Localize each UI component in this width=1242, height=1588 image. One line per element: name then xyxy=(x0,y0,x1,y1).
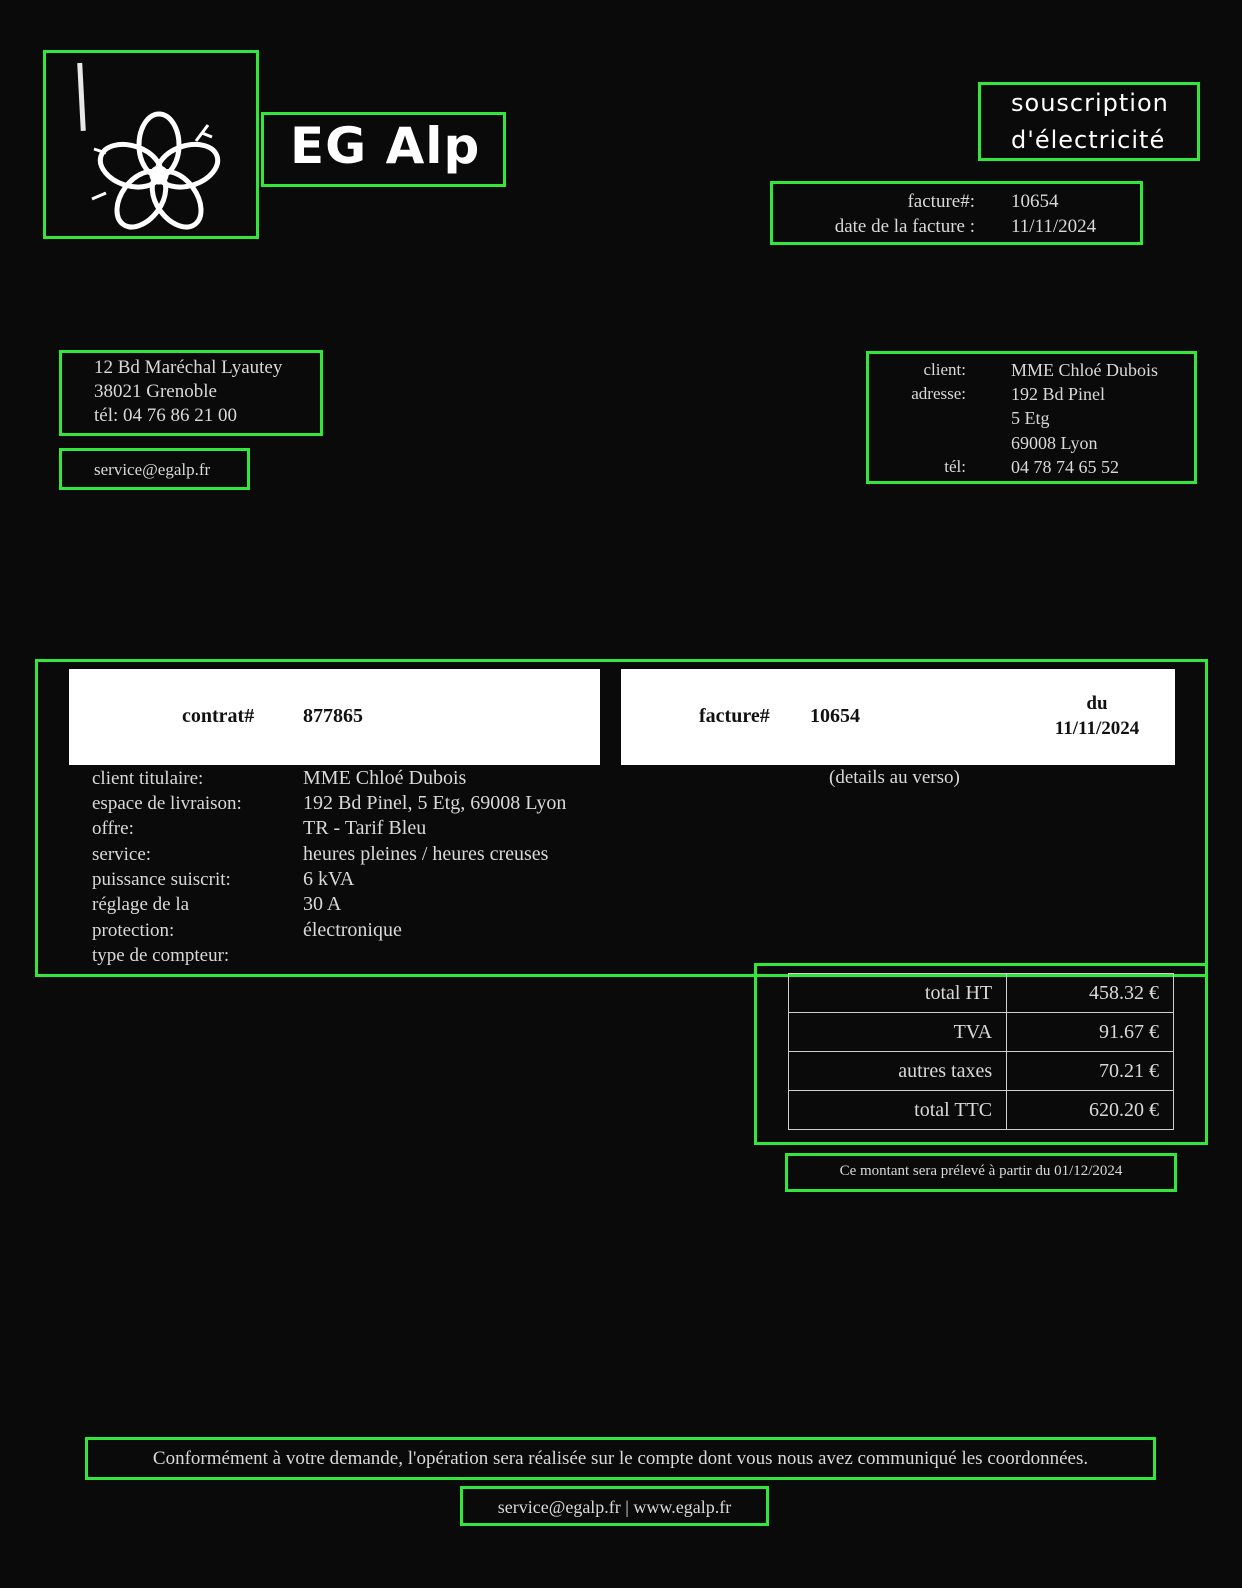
detail-label: type de compteur: xyxy=(92,945,230,966)
details-note: (details au verso) xyxy=(829,767,960,788)
brand-frame: EG Alp xyxy=(261,112,506,187)
detail-label: puissance suiscrit: xyxy=(92,869,231,890)
totals-table: total HT 458.32 € TVA 91.67 € autres tax… xyxy=(787,973,1174,1130)
client-address-label: adresse: xyxy=(911,384,966,403)
contract-number: 877865 xyxy=(303,705,363,727)
detail-value: MME Chloé Dubois xyxy=(303,767,467,789)
detail-label: protection: xyxy=(92,920,175,941)
client-phone-label: tél: xyxy=(944,457,966,476)
client-name: MME Chloé Dubois xyxy=(1011,360,1159,380)
contract-header-bar: contrat# 877865 xyxy=(69,669,600,765)
document-title-line-1: souscription xyxy=(1011,89,1169,117)
table-row: total HT 458.32 € xyxy=(787,973,1174,1013)
detail-value: heures pleines / heures creuses xyxy=(303,843,549,865)
document-title: souscription d'électricité xyxy=(978,82,1200,161)
detail-label: espace de livraison: xyxy=(92,793,242,814)
total-amount: 620.20 € xyxy=(1006,1090,1174,1130)
detail-value: électronique xyxy=(303,919,402,941)
invoice-header-bar: facture# 10654 du 11/11/2024 xyxy=(621,669,1175,765)
payment-notice-frame: Ce montant sera prélevé à partir du 01/1… xyxy=(785,1153,1177,1192)
sender-address-line-1: 12 Bd Maréchal Lyautey xyxy=(94,357,283,378)
detail-value: 6 kVA xyxy=(303,868,355,890)
total-label: TVA xyxy=(787,1012,1008,1052)
document-title-line-2: d'électricité xyxy=(1011,126,1166,154)
client-address-line-1: 192 Bd Pinel xyxy=(1011,384,1106,404)
brand-name: EG Alp xyxy=(290,117,481,175)
footer-links[interactable]: service@egalp.fr | www.egalp.fr xyxy=(463,1497,766,1518)
table-row: TVA 91.67 € xyxy=(787,1012,1174,1052)
detail-label: service: xyxy=(92,844,152,865)
payment-notice: Ce montant sera prélevé à partir du 01/1… xyxy=(839,1163,1123,1179)
invoice-date-label: date de la facture : xyxy=(834,216,975,237)
footer-links-frame: service@egalp.fr | www.egalp.fr xyxy=(460,1486,769,1526)
sender-email-frame: service@egalp.fr xyxy=(59,448,250,490)
total-amount: 70.21 € xyxy=(1006,1051,1174,1091)
contract-invoice-label: facture# xyxy=(699,705,770,727)
contract-invoice-number: 10654 xyxy=(810,705,860,727)
detail-value: 192 Bd Pinel, 5 Etg, 69008 Lyon xyxy=(303,792,567,814)
invoice-date: 11/11/2024 xyxy=(1011,216,1097,237)
invoice-number-label: facture#: xyxy=(907,191,975,212)
flower-icon xyxy=(77,62,221,230)
client-phone: 04 78 74 65 52 xyxy=(1011,457,1119,477)
client-address-line-3: 69008 Lyon xyxy=(1011,433,1098,453)
logo-frame xyxy=(43,50,259,239)
detail-value: TR - Tarif Bleu xyxy=(303,817,427,839)
total-label: total TTC xyxy=(787,1090,1008,1130)
detail-label: réglage de la xyxy=(92,894,190,915)
table-row: autres taxes 70.21 € xyxy=(787,1051,1174,1091)
detail-label: client titulaire: xyxy=(92,768,204,789)
total-label: total HT xyxy=(787,973,1008,1013)
contract-date-prefix: du xyxy=(1086,693,1108,714)
sender-email[interactable]: service@egalp.fr xyxy=(94,458,210,482)
invoice-number: 10654 xyxy=(1011,191,1059,212)
total-amount: 91.67 € xyxy=(1006,1012,1174,1052)
footer-note-frame: Conformément à votre demande, l'opératio… xyxy=(85,1437,1156,1480)
detail-value: 30 A xyxy=(303,893,342,915)
detail-label: offre: xyxy=(92,818,134,839)
sender-address-line-2: 38021 Grenoble xyxy=(94,381,217,402)
client-label: client: xyxy=(923,360,966,379)
table-row: total TTC 620.20 € xyxy=(787,1090,1174,1130)
sender-address: 12 Bd Maréchal Lyautey 38021 Grenoble té… xyxy=(59,350,323,436)
sender-phone: tél: 04 76 86 21 00 xyxy=(94,405,238,426)
invoice-meta: facture#: 10654 date de la facture : 11/… xyxy=(770,181,1143,245)
contract-date: 11/11/2024 xyxy=(1054,718,1140,739)
total-label: autres taxes xyxy=(787,1051,1008,1091)
client-info: client: MME Chloé Dubois adresse: 192 Bd… xyxy=(866,351,1197,484)
total-amount: 458.32 € xyxy=(1006,973,1174,1013)
contract-number-label: contrat# xyxy=(182,705,255,727)
client-address-line-2: 5 Etg xyxy=(1011,408,1050,428)
footer-note: Conformément à votre demande, l'opératio… xyxy=(152,1448,1089,1469)
